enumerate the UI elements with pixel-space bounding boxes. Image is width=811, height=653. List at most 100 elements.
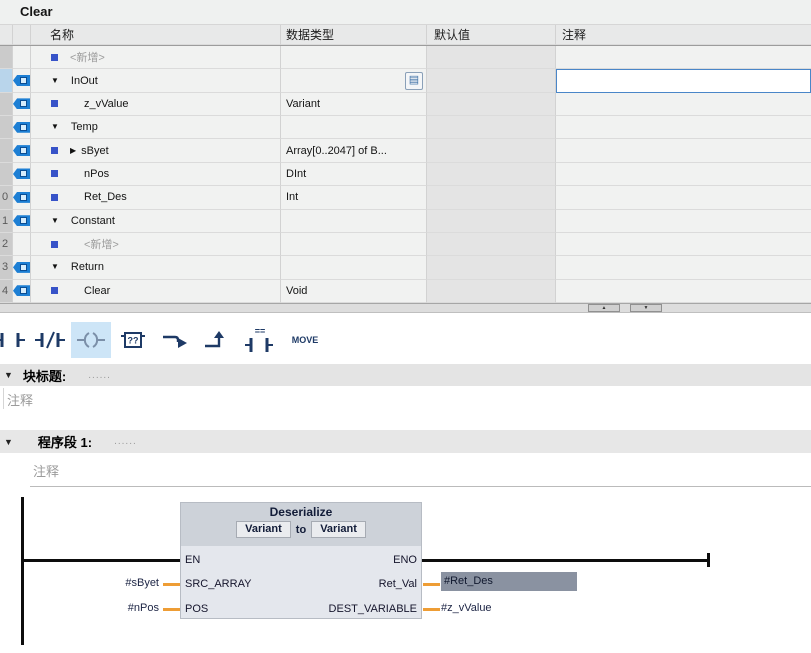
default-column-header[interactable]: 默认值 [427, 25, 556, 45]
pin-ret-val[interactable]: Ret_Val [379, 577, 417, 591]
var-name-cell[interactable]: ▼Temp [31, 116, 281, 139]
network-comment-placeholder[interactable]: 注释 [33, 461, 59, 480]
comment-cell[interactable] [556, 186, 811, 209]
deserialize-block[interactable]: Deserialize Variant to Variant EN SRC_AR… [180, 502, 422, 619]
block-instruction-name[interactable]: Deserialize [181, 505, 421, 519]
table-row[interactable]: 2<新增> [0, 233, 811, 256]
empty-box-button[interactable]: ?? [114, 322, 152, 358]
compare-contact-button[interactable]: == [240, 322, 278, 358]
collapse-arrow-icon[interactable]: ▼ [51, 263, 59, 271]
table-row[interactable]: 0Ret_DesInt [0, 186, 811, 209]
comment-column-header[interactable]: 注释 [556, 25, 811, 45]
var-type-cell[interactable]: DInt [281, 163, 427, 186]
scroll-down-button[interactable]: ▼ [630, 304, 662, 312]
operand-ret-des-selected[interactable]: #Ret_Des [441, 572, 577, 591]
datatype-column-header[interactable]: 数据类型 [281, 25, 427, 45]
scroll-up-button[interactable]: ▲ [588, 304, 620, 312]
normally-open-contact-button[interactable] [0, 322, 29, 358]
block-comment-placeholder[interactable]: 注释 [7, 390, 33, 409]
default-value-cell[interactable] [427, 116, 556, 139]
default-value-cell[interactable] [427, 233, 556, 256]
collapse-arrow-icon[interactable]: ▼ [51, 77, 59, 85]
var-type-cell[interactable] [281, 233, 427, 256]
type-picker-button[interactable]: ▤ [405, 72, 423, 90]
table-row[interactable]: ▶sByet Array[0..2047] of B... [0, 139, 811, 162]
name-column-header[interactable]: 名称 [31, 25, 281, 45]
var-name-cell[interactable]: <新增> [31, 233, 281, 256]
block-title-placeholder[interactable]: ...... [88, 370, 111, 381]
default-value-cell[interactable] [427, 46, 556, 69]
comment-cell[interactable] [556, 210, 811, 233]
default-value-cell[interactable] [427, 280, 556, 303]
operand-sbyet[interactable]: #sByet [59, 576, 159, 590]
table-row[interactable]: 3▼Return [0, 256, 811, 279]
collapse-network-icon[interactable]: ▼ [4, 437, 13, 447]
var-name-cell[interactable]: Ret_Des [31, 186, 281, 209]
open-branch-button[interactable] [156, 322, 194, 358]
var-type-cell[interactable]: Int [281, 186, 427, 209]
comment-cell[interactable] [556, 93, 811, 116]
network-title-placeholder[interactable]: ...... [114, 436, 137, 447]
table-row[interactable]: ▼Temp [0, 116, 811, 139]
close-branch-button[interactable] [198, 322, 236, 358]
operand-npos[interactable]: #nPos [59, 601, 159, 615]
comment-cell[interactable] [556, 233, 811, 256]
var-name-cell[interactable]: ▼Constant [31, 210, 281, 233]
collapse-arrow-icon[interactable]: ▼ [51, 217, 59, 225]
default-value-cell[interactable] [427, 139, 556, 162]
var-type: Array[0..2047] of B... [286, 145, 387, 157]
dest-type-dropdown[interactable]: Variant [311, 521, 366, 538]
collapse-arrow-icon[interactable]: ▼ [51, 123, 59, 131]
network-title-bar[interactable]: ▼ 程序段 1: ...... [0, 430, 811, 453]
var-type-cell[interactable]: Variant [281, 93, 427, 116]
default-value-cell[interactable] [427, 163, 556, 186]
comment-cell[interactable] [556, 116, 811, 139]
default-value-cell[interactable] [427, 210, 556, 233]
var-type-cell[interactable] [281, 210, 427, 233]
table-row[interactable]: 4ClearVoid [0, 280, 811, 303]
table-row[interactable]: ▼InOut ▤ [0, 69, 811, 92]
comment-cell[interactable] [556, 256, 811, 279]
collapse-block-title-icon[interactable]: ▼ [4, 370, 13, 380]
var-type-cell[interactable]: ▤ [281, 69, 427, 92]
icon-column-header [13, 25, 31, 45]
var-type-cell[interactable]: Array[0..2047] of B... [281, 139, 427, 162]
var-name-cell[interactable]: ▶sByet [31, 139, 281, 162]
var-name-cell[interactable]: z_vValue [31, 93, 281, 116]
var-type-cell[interactable]: Void [281, 280, 427, 303]
var-name-cell[interactable]: ▼InOut [31, 69, 281, 92]
table-row[interactable]: z_vValueVariant [0, 93, 811, 116]
pin-en[interactable]: EN [185, 553, 200, 567]
pin-eno[interactable]: ENO [393, 553, 417, 567]
var-icon-cell [13, 46, 31, 69]
default-value-cell[interactable] [427, 93, 556, 116]
table-row[interactable]: <新增> [0, 46, 811, 69]
table-row[interactable]: 1▼Constant [0, 210, 811, 233]
pin-src-array[interactable]: SRC_ARRAY [185, 577, 251, 591]
var-name-cell[interactable]: ▼Return [31, 256, 281, 279]
src-type-dropdown[interactable]: Variant [236, 521, 291, 538]
coil-button[interactable] [71, 322, 111, 358]
default-value-cell[interactable] [427, 69, 556, 92]
var-type-cell[interactable] [281, 256, 427, 279]
normally-closed-contact-button[interactable] [31, 322, 69, 358]
operand-z-vvalue[interactable]: #z_vValue [441, 601, 492, 615]
pin-pos[interactable]: POS [185, 602, 208, 616]
move-button[interactable]: MOVE [283, 322, 327, 358]
comment-cell[interactable] [556, 163, 811, 186]
comment-cell[interactable] [556, 139, 811, 162]
expand-arrow-icon[interactable]: ▶ [70, 146, 76, 155]
var-name-cell[interactable]: nPos [31, 163, 281, 186]
var-name-cell[interactable]: <新增> [31, 46, 281, 69]
table-row[interactable]: nPosDInt [0, 163, 811, 186]
comment-cell[interactable] [556, 46, 811, 69]
var-type-cell[interactable] [281, 46, 427, 69]
var-name-cell[interactable]: Clear [31, 280, 281, 303]
comment-cell[interactable] [556, 69, 811, 92]
default-value-cell[interactable] [427, 186, 556, 209]
default-value-cell[interactable] [427, 256, 556, 279]
comment-cell[interactable] [556, 280, 811, 303]
block-title-bar[interactable]: ▼ 块标题: ...... [0, 364, 811, 386]
var-type-cell[interactable] [281, 116, 427, 139]
pin-dest-variable[interactable]: DEST_VARIABLE [329, 602, 417, 616]
